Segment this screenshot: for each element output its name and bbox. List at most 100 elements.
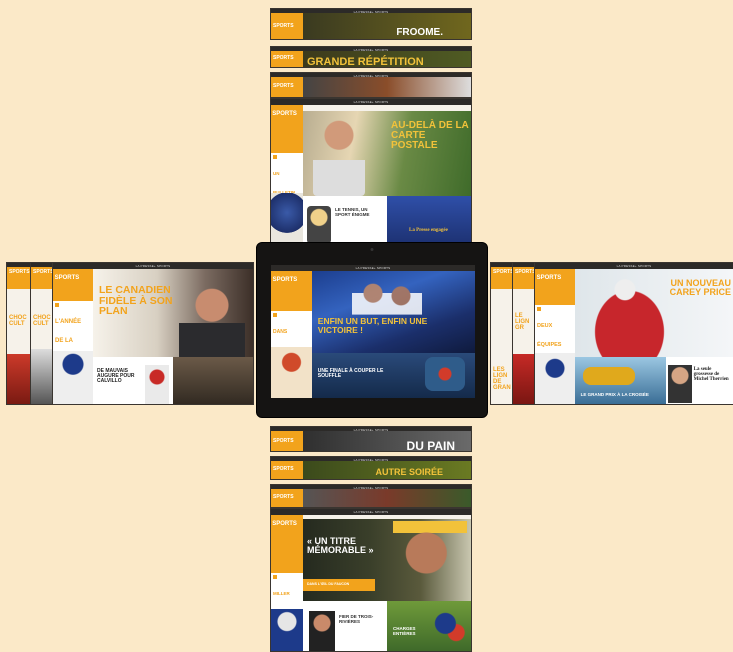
teaser-tag	[273, 575, 277, 579]
sub-photo	[425, 357, 465, 391]
brand-label: LA PRESSE+ SPORTS	[616, 264, 652, 268]
section-label: SPORTS	[272, 111, 297, 117]
teaser-tag	[55, 303, 59, 307]
section-sidebar: SPORTS UN BULLETIN AVANT LA SEMAINE DE R…	[271, 105, 303, 242]
sub-article-1[interactable]: DE MAUVAIS AUGURE POUR CALVILLO	[93, 357, 173, 404]
sub-article-2[interactable]: La Presse engagée	[387, 196, 471, 242]
section-label: SPORTS	[271, 77, 303, 97]
sub-article-2[interactable]: La seule grossesse de Michel Therrien	[665, 357, 733, 404]
sub-photo	[307, 206, 331, 242]
section-sidebar: SPORTS DANS L'ANTRE DE LA BÊTE	[271, 271, 312, 398]
sub-photo	[667, 365, 692, 403]
sub-headline: DE MAUVAIS AUGURE POUR CALVILLO	[97, 368, 135, 384]
section-label: SPORTS	[271, 13, 303, 39]
hero-headline: AU-DELÀ DE LA CARTE POSTALE	[391, 120, 469, 152]
section-label: SPORTS	[272, 277, 298, 283]
hero-photo-person	[179, 283, 245, 357]
bottom-stack-1[interactable]: LA PRESSE+ SPORTS SPORTS DU PAIN	[270, 426, 472, 452]
sidebar-teaser[interactable]: UN BULLETIN AVANT LA SEMAINE DE RELÂCHE	[271, 153, 303, 233]
sliver-text: LES LIGN DE GRAN	[493, 367, 511, 391]
brand-label: LA PRESSE+ SPORTS	[355, 266, 391, 270]
hero-article[interactable]: « UN TITRE MÉMORABLE » DANS L'ŒIL DU FAU…	[303, 519, 471, 601]
brand-label: LA PRESSE+ SPORTS	[135, 264, 171, 268]
hero-article[interactable]: LE CANADIEN FIDÈLE À SON PLAN	[93, 269, 253, 357]
sidebar-teaser[interactable]: DEUX ÉQUIPES SUR LEUR DÉCLIN	[535, 305, 575, 386]
top-stack-2[interactable]: LA PRESSE+ SPORTS SPORTS GRANDE RÉPÉTITI…	[270, 46, 472, 68]
sliver-text: CHOC CULT	[9, 315, 27, 327]
tablet-device: LA PRESSE+ SPORTS SPORTS DANS L'ANTRE DE…	[256, 242, 488, 418]
left-sliver-1[interactable]: SPORTS CHOC CULT	[6, 262, 32, 405]
top-stack-3[interactable]: LA PRESSE+ SPORTS SPORTS	[270, 72, 472, 98]
sub-article-1[interactable]: LE GRAND PRIX À LA CROISÉE	[574, 357, 666, 404]
teaser-tag	[273, 313, 277, 317]
sub-headline: UNE FINALE À COUPER LE SOUFFLE	[317, 368, 384, 379]
sidebar-teaser[interactable]: L'ANNÉE DE LA MATURITÉ	[53, 301, 93, 363]
brand-label: LA PRESSE+ SPORTS	[353, 100, 389, 104]
right-sliver-1[interactable]: SPORTS LES LIGN DE GRAN	[490, 262, 514, 405]
stack-headline: FROOME.	[303, 13, 471, 39]
hero-article[interactable]: AU-DELÀ DE LA CARTE POSTALE	[303, 111, 471, 196]
section-sidebar: SPORTS MILLER ACCEPTE DE RESTER	[271, 515, 303, 651]
sub-photo	[145, 365, 169, 404]
stack-headline: GRANDE RÉPÉTITION	[303, 51, 471, 67]
sliver-text: LE LIGN GR	[515, 313, 530, 331]
section-label: SPORTS	[491, 267, 513, 289]
bottom-stack-2[interactable]: LA PRESSE+ SPORTS SPORTS AUTRE SOIRÉE	[270, 456, 472, 480]
hero-headline: ENFIN UN BUT, ENFIN UNE VICTOIRE !	[317, 316, 428, 335]
sub-headline: CHARGES ENTIÈRES	[393, 626, 416, 636]
center-main-screen[interactable]: LA PRESSE+ SPORTS SPORTS DANS L'ANTRE DE…	[271, 265, 475, 398]
sliver-photo	[7, 354, 31, 404]
sidebar-teaser[interactable]: DANS L'ANTRE DE LA BÊTE	[271, 311, 312, 373]
bottom-main-screen[interactable]: LA PRESSE+ SPORTS SPORTS MILLER ACCEPTE …	[270, 508, 472, 652]
section-sidebar: SPORTS DEUX ÉQUIPES SUR LEUR DÉCLIN	[535, 269, 575, 404]
sub-article-1[interactable]: LE TENNIS, UN SPORT ÉNIGME	[303, 196, 387, 242]
hero-photo-player	[393, 521, 467, 601]
hero-tag-text: DANS L'ŒIL DU FAUCON	[307, 582, 350, 586]
top-main-screen[interactable]: LA PRESSE+ SPORTS SPORTS UN BULLETIN AVA…	[270, 98, 472, 243]
hero-headline: UN NOUVEAU CAREY PRICE	[669, 278, 731, 298]
right-sliver-2[interactable]: SPORTS LE LIGN GR	[512, 262, 536, 405]
sidebar-photo	[535, 353, 575, 404]
sub-article-1[interactable]: UNE FINALE À COUPER LE SOUFFLE	[311, 353, 475, 398]
hero-headline: LE CANADIEN FIDÈLE À SON PLAN	[99, 284, 173, 318]
sub-photo	[309, 611, 335, 651]
sub-photo	[582, 367, 635, 385]
sliver-photo	[31, 349, 53, 404]
left-sliver-2[interactable]: SPORTS CHOC CULT	[30, 262, 54, 405]
section-label: SPORTS	[513, 267, 535, 289]
top-stack-1[interactable]: LA PRESSE+ SPORTS SPORTS FROOME.	[270, 8, 472, 40]
section-label: SPORTS	[271, 461, 303, 479]
tablet-camera	[370, 248, 374, 251]
sub-headline: LE TENNIS, UN SPORT ÉNIGME	[335, 207, 370, 217]
section-label: SPORTS	[31, 267, 53, 289]
brand-label: LA PRESSE+ SPORTS	[353, 510, 389, 514]
sidebar-teaser[interactable]: MILLER ACCEPTE DE RESTER	[271, 573, 303, 634]
left-main-screen[interactable]: LA PRESSE+ SPORTS SPORTS L'ANNÉE DE LA M…	[52, 262, 254, 405]
sidebar-photo	[271, 609, 303, 651]
sliver-text: CHOC CULT	[33, 315, 51, 327]
sub-article-2[interactable]: CHARGES ENTIÈRES	[387, 601, 471, 651]
sub-headline: LE GRAND PRIX À LA CROISÉE	[580, 392, 649, 397]
sidebar-photo	[271, 193, 303, 242]
stack-headline: AUTRE SOIRÉE	[303, 461, 471, 479]
sub-headline: FIER DE TROIS-RIVIÈRES	[339, 614, 374, 624]
stack-photo	[303, 489, 471, 507]
sub-article-1[interactable]: FIER DE TROIS-RIVIÈRES	[303, 601, 387, 651]
hero-headline: « UN TITRE MÉMORABLE »	[307, 536, 374, 556]
section-label: SPORTS	[271, 431, 303, 451]
sub-photo	[431, 605, 467, 651]
sidebar-photo	[271, 347, 312, 398]
hero-photo-person	[313, 115, 365, 196]
section-sidebar: SPORTS L'ANNÉE DE LA MATURITÉ	[53, 269, 93, 404]
section-label: SPORTS	[271, 489, 303, 507]
sub-article-2[interactable]	[173, 357, 253, 404]
hero-article[interactable]: ENFIN UN BUT, ENFIN UNE VICTOIRE !	[311, 271, 475, 353]
stack-photo	[303, 77, 471, 97]
hero-article[interactable]: UN NOUVEAU CAREY PRICE	[574, 269, 733, 357]
bottom-stack-3[interactable]: LA PRESSE+ SPORTS SPORTS	[270, 484, 472, 508]
sidebar-photo	[53, 351, 93, 404]
right-main-screen[interactable]: LA PRESSE+ SPORTS SPORTS DEUX ÉQUIPES SU…	[534, 262, 733, 405]
sliver-photo	[513, 354, 535, 404]
stack-headline: DU PAIN	[303, 431, 471, 451]
section-label: SPORTS	[271, 51, 303, 67]
